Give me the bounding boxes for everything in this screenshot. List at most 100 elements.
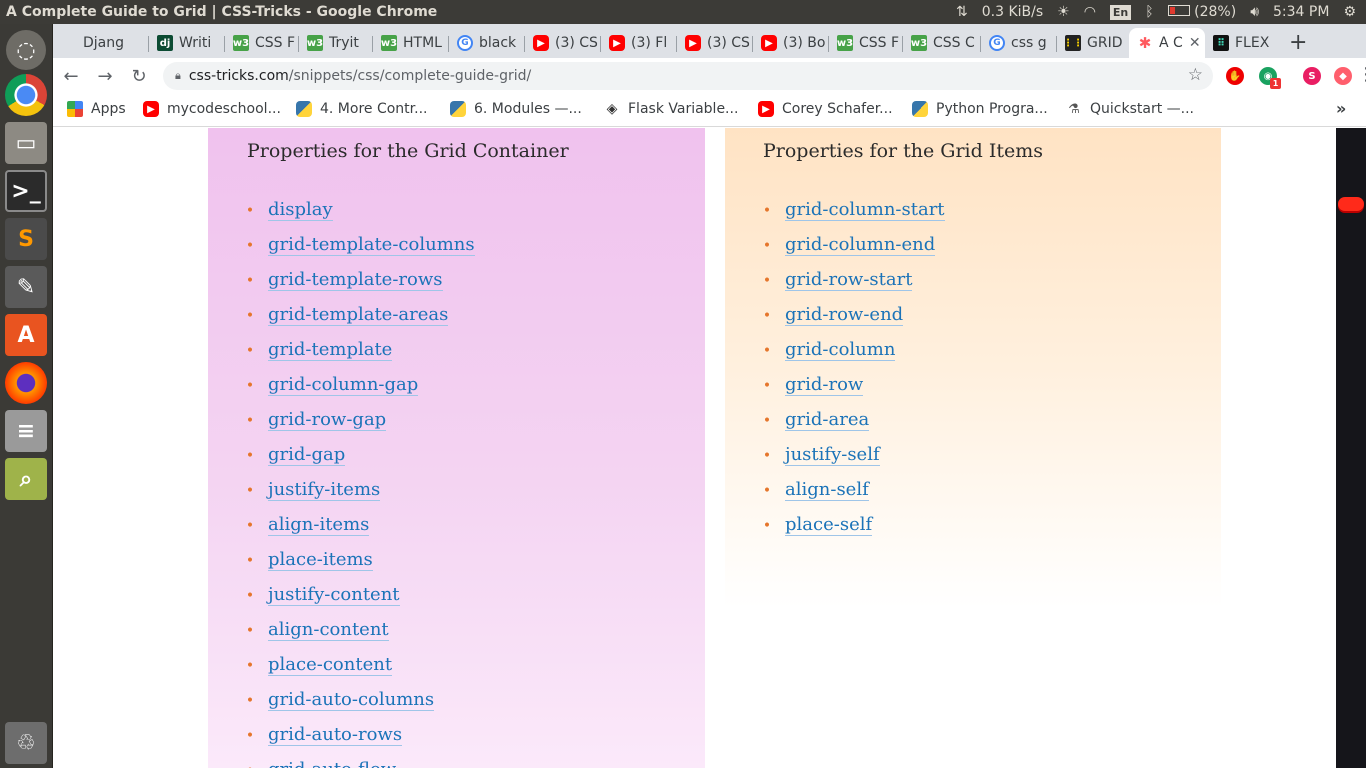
property-link-justify-items[interactable]: justify-items [268,479,381,502]
tab-label: (3) CS [555,35,598,51]
bookmark-modules[interactable]: 6. Modules —... [450,101,582,117]
property-link-grid-row-start[interactable]: grid-row-start [785,269,913,292]
property-link-grid-gap[interactable]: grid-gap [268,444,346,467]
bookmark-mycodeschool[interactable]: ▶ mycodeschool... [143,101,281,117]
image-viewer-launcher-icon[interactable]: ⌕ [5,458,47,500]
tab-youtube-4[interactable]: ▶ (3) Bo [753,28,829,58]
bullet-icon: • [245,447,255,464]
tab-django[interactable]: Djang [53,28,149,58]
page-scrollbar[interactable] [1336,128,1366,768]
property-link-grid-area[interactable]: grid-area [785,409,870,432]
tab-youtube-3[interactable]: ▶ (3) CS [677,28,753,58]
sublime-text-launcher-icon[interactable]: S [5,218,47,260]
container-panel-heading: Properties for the Grid Container [247,140,569,162]
ubuntu-dash-icon[interactable]: ◌ [6,30,46,70]
property-link-place-items[interactable]: place-items [268,549,373,572]
property-link-align-items[interactable]: align-items [268,514,370,537]
property-link-align-self[interactable]: align-self [785,479,869,502]
terminal-launcher-icon[interactable]: >_ [5,170,47,212]
tab-html[interactable]: w3 HTML [373,28,449,58]
property-link-grid-row-gap[interactable]: grid-row-gap [268,409,387,432]
software-center-launcher-icon[interactable]: A [5,314,47,356]
bookmarks-overflow-icon[interactable]: » [1336,99,1346,118]
bookmark-apps[interactable]: Apps [67,101,126,117]
property-link-display[interactable]: display [268,199,333,222]
lock-icon[interactable]: 🔒︎ [175,69,181,83]
property-link-grid-column[interactable]: grid-column [785,339,896,362]
back-button[interactable]: ← [55,60,87,92]
power-gear-icon[interactable]: ⚙ [1343,4,1356,20]
list-item: • grid-column [763,333,945,368]
green-extension-icon[interactable]: ◉ 1 [1259,67,1281,89]
property-link-align-content[interactable]: align-content [268,619,389,642]
property-link-justify-self[interactable]: justify-self [785,444,880,467]
property-link-grid-auto-flow[interactable]: grid-auto-flow [268,759,396,768]
reload-button[interactable]: ↻ [123,60,155,92]
bookmark-more-control[interactable]: 4. More Contr... [296,101,428,117]
database-launcher-icon[interactable]: ≡ [5,410,47,452]
tab-writing[interactable]: dj Writi [149,28,225,58]
address-bar[interactable]: 🔒︎ css-tricks.com/snippets/css/complete-… [163,62,1213,90]
files-launcher-icon[interactable]: ▭ [5,122,47,164]
orange-extension-icon[interactable]: ◆ [1334,67,1352,85]
tab-grid[interactable]: ⋮⋮ GRID [1057,28,1129,58]
scrollbar-thumb[interactable] [1338,197,1364,211]
w3schools-icon: w3 [307,35,323,51]
bullet-icon: • [245,307,255,324]
system-settings-launcher-icon[interactable]: ✎ [5,266,47,308]
property-link-grid-template-columns[interactable]: grid-template-columns [268,234,475,257]
brightness-icon[interactable]: ☀ [1057,4,1070,20]
property-link-grid-auto-columns[interactable]: grid-auto-columns [268,689,435,712]
property-link-place-self[interactable]: place-self [785,514,873,537]
chrome-launcher-icon[interactable] [5,74,47,116]
trash-launcher-icon[interactable]: ♲ [5,722,47,764]
volume-icon[interactable]: 🔊︎ [1250,4,1259,20]
keyboard-layout[interactable]: En [1109,4,1132,20]
chrome-menu-icon[interactable]: ⋮ [1357,64,1366,85]
property-link-grid-template[interactable]: grid-template [268,339,393,362]
tab-youtube-2[interactable]: ▶ (3) Fl [601,28,677,58]
bookmark-flask-variable[interactable]: ◈ Flask Variable... [604,101,739,117]
property-link-grid-column-start[interactable]: grid-column-start [785,199,945,222]
property-link-grid-row-end[interactable]: grid-row-end [785,304,904,327]
property-link-grid-column-end[interactable]: grid-column-end [785,234,936,257]
clock[interactable]: 5:34 PM [1273,4,1329,20]
property-link-grid-auto-rows[interactable]: grid-auto-rows [268,724,403,747]
list-item: • grid-auto-rows [246,718,475,753]
tab-css-c[interactable]: w3 CSS C [903,28,981,58]
tab-youtube-1[interactable]: ▶ (3) CS [525,28,601,58]
property-link-grid-template-rows[interactable]: grid-template-rows [268,269,443,292]
tab-flex[interactable]: ⠿ FLEX [1205,28,1281,58]
tab-black[interactable]: Gblack [449,28,525,58]
property-link-place-content[interactable]: place-content [268,654,393,677]
new-tab-button[interactable]: + [1289,30,1307,55]
bookmark-python-programming[interactable]: Python Progra... [912,101,1048,117]
property-link-grid-row[interactable]: grid-row [785,374,864,397]
close-tab-icon[interactable]: ✕ [1189,35,1201,51]
profile-avatar[interactable]: S [1303,67,1321,85]
tab-css-f-2[interactable]: w3 CSS F [829,28,903,58]
forward-button[interactable]: → [89,60,121,92]
tab-label: GRID [1087,35,1123,51]
bookmark-quickstart[interactable]: ⚗ Quickstart —... [1066,101,1194,117]
battery-indicator[interactable]: (28%) [1167,4,1236,20]
django-tab-icon [61,35,77,51]
property-link-grid-template-areas[interactable]: grid-template-areas [268,304,449,327]
bookmark-star-icon[interactable]: ☆ [1188,65,1203,85]
tab-css-tricks-active[interactable]: ✱ A C ✕ [1129,28,1205,58]
bullet-icon: • [245,342,255,359]
network-transfer-icon[interactable]: ⇅ [956,4,968,20]
adblock-extension-icon[interactable]: ✋ [1226,67,1244,85]
bookmark-corey-schafer[interactable]: ▶ Corey Schafer... [758,101,893,117]
bullet-icon: • [762,377,772,394]
tab-css-f[interactable]: w3 CSS F [225,28,299,58]
bluetooth-icon[interactable]: ᛒ [1145,4,1153,20]
tab-css-g[interactable]: Gcss g [981,28,1057,58]
list-item: • grid-column-end [763,228,945,263]
firefox-launcher-icon[interactable] [5,362,47,404]
property-link-justify-content[interactable]: justify-content [268,584,400,607]
property-link-grid-column-gap[interactable]: grid-column-gap [268,374,419,397]
network-speed: 0.3 KiB/s [981,4,1044,20]
tab-tryit[interactable]: w3 Tryit [299,28,373,58]
wifi-icon[interactable]: ◠ [1084,4,1096,20]
